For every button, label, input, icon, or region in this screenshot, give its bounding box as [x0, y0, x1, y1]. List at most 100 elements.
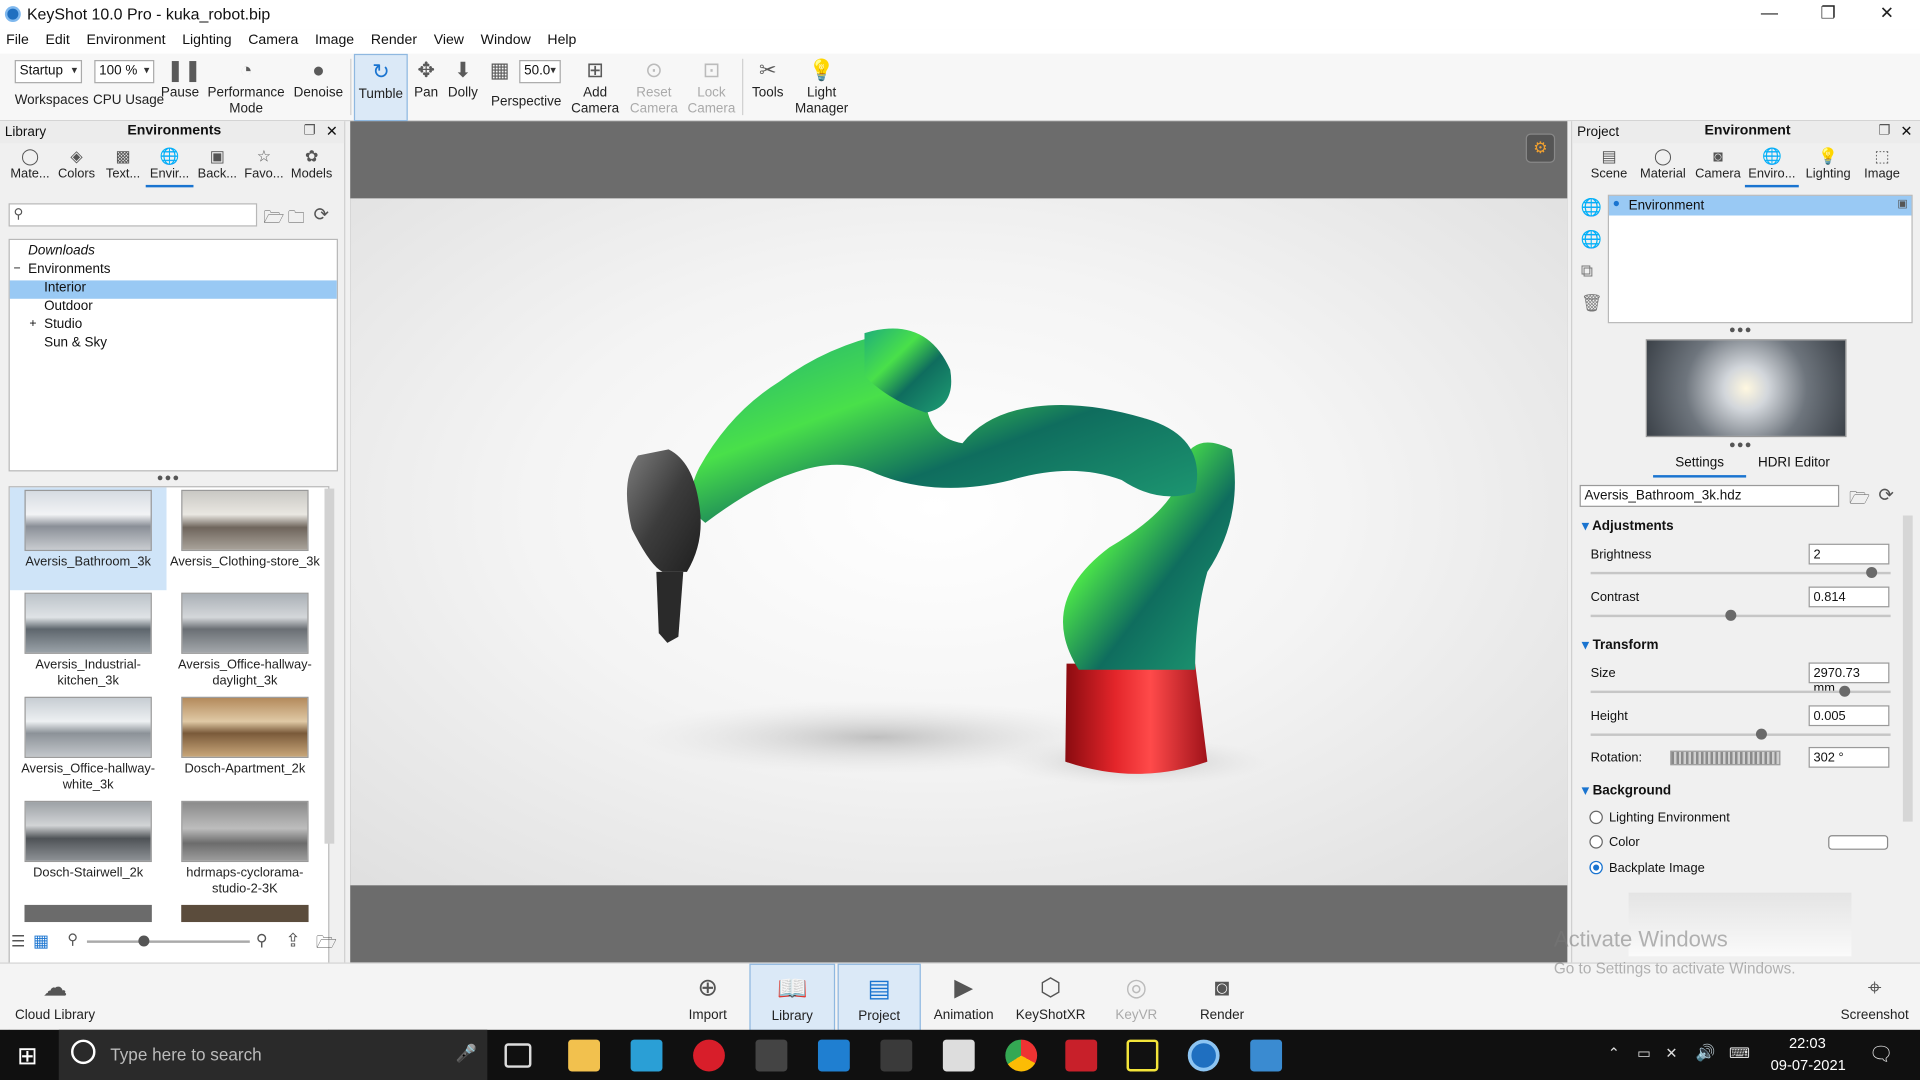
screenshot-button[interactable]: ⌖ Screenshot	[1837, 964, 1913, 1031]
close-button[interactable]: ✕	[1859, 2, 1915, 26]
tab-textures[interactable]: ▩ Text...	[99, 146, 147, 188]
menu-window[interactable]: Window	[475, 29, 537, 48]
height-slider[interactable]	[1590, 728, 1891, 740]
transform-section-header[interactable]: ▾ Transform	[1582, 637, 1910, 655]
add-camera-button[interactable]: ⊞ Add Camera	[568, 54, 622, 121]
library-search-input[interactable]: ⚲	[8, 203, 258, 227]
size-slider[interactable]	[1590, 685, 1891, 697]
menu-help[interactable]: Help	[541, 29, 582, 48]
folder-import-icon[interactable]: 🗀	[288, 204, 305, 233]
zoom-out-icon[interactable]: ⚲	[67, 931, 78, 948]
hdri-preview-image[interactable]	[1645, 339, 1847, 438]
thumbnail-aversis-industrial-kitchen[interactable]: Aversis_Industrial- kitchen_3k	[10, 590, 167, 694]
menu-edit[interactable]: Edit	[39, 29, 76, 48]
folder-add-icon[interactable]: 🗁	[263, 204, 284, 233]
grid-view-icon[interactable]: ▦	[33, 931, 49, 952]
dolly-button[interactable]: ⬇ Dolly	[444, 54, 481, 121]
cloud-library-button[interactable]: ☁ Cloud Library	[12, 964, 98, 1031]
render-button[interactable]: ◙ Render	[1190, 964, 1254, 1031]
pycharm-icon[interactable]	[1126, 1039, 1159, 1072]
field-of-view-input[interactable]: 50.0	[519, 60, 561, 84]
background-section-header[interactable]: ▾ Background	[1582, 782, 1910, 800]
render-viewport[interactable]: ⚙	[350, 121, 1568, 963]
menu-environment[interactable]: Environment	[80, 29, 171, 48]
tools-button[interactable]: ✂ Tools	[747, 54, 789, 121]
perspective-toggle[interactable]: ▦	[486, 54, 513, 121]
thumbnail-hdrmaps-cyclorama[interactable]: hdrmaps-cyclorama- studio-2-3K	[167, 798, 324, 902]
keyshot-taskbar-icon[interactable]	[1187, 1039, 1220, 1072]
resize-grip[interactable]: ●●●	[1729, 323, 1753, 335]
viewport-overlay-icon[interactable]: ⚙	[1525, 133, 1556, 163]
refresh-icon[interactable]: ⟳	[1878, 484, 1893, 506]
workspace-select[interactable]: Startup	[14, 60, 83, 84]
notifications-icon[interactable]: 🗨	[1869, 1042, 1894, 1066]
panel-close-icon[interactable]: ✕	[1900, 122, 1912, 139]
tab-environments[interactable]: 🌐 Envir...	[145, 146, 194, 188]
clock-time[interactable]: 22:03	[1789, 1035, 1826, 1052]
lock-camera-button[interactable]: ⊡ Lock Camera	[684, 54, 738, 121]
background-color-swatch[interactable]	[1828, 835, 1889, 850]
pan-button[interactable]: ✥ Pan	[410, 54, 442, 121]
denoise-button[interactable]: ● Denoise	[291, 54, 345, 121]
app-taskbar-icon[interactable]	[817, 1039, 850, 1072]
thumbnail-dosch-stairwell[interactable]: Dosch-Stairwell_2k	[10, 798, 167, 902]
import-button[interactable]: ⊕ Import	[681, 964, 735, 1031]
tree-item-sun-sky[interactable]: Sun & Sky	[10, 336, 337, 354]
light-manager-button[interactable]: 💡 Light Manager	[791, 54, 852, 121]
radio-color[interactable]	[1589, 835, 1603, 849]
tab-favorites[interactable]: ☆ Favo...	[240, 146, 288, 188]
clock-date[interactable]: 09-07-2021	[1771, 1057, 1846, 1074]
trash-icon[interactable]: 🗑	[1581, 293, 1603, 314]
menu-image[interactable]: Image	[309, 29, 360, 48]
minimize-button[interactable]: —	[1741, 2, 1797, 26]
performance-mode-button[interactable]: ◔ Performance Mode	[206, 54, 287, 121]
environment-list-item[interactable]: ● Environment ▣	[1608, 195, 1912, 216]
thumbnail-size-slider[interactable]	[86, 935, 250, 947]
nikon-view-icon[interactable]	[880, 1039, 913, 1072]
tree-item-interior[interactable]: Interior	[9, 280, 337, 299]
undock-icon[interactable]: ❐	[1878, 122, 1890, 139]
duplicate-environment-icon[interactable]: 🌐	[1581, 229, 1602, 250]
resize-grip[interactable]: ●●●	[157, 471, 181, 483]
folder-open-icon[interactable]: 🗁	[1849, 485, 1870, 514]
tab-material[interactable]: ◯ Material	[1636, 146, 1690, 188]
slider-handle[interactable]	[1725, 609, 1737, 621]
slider-handle[interactable]	[1839, 685, 1851, 697]
refresh-icon[interactable]: ⟳	[313, 203, 328, 225]
tab-materials[interactable]: ◯ Mate...	[6, 146, 54, 188]
lock-icon[interactable]: ▣	[1897, 197, 1907, 210]
expand-icon[interactable]: +	[29, 317, 36, 330]
realtime-render-view[interactable]	[350, 198, 1568, 886]
task-view-icon[interactable]	[504, 1043, 532, 1068]
contrast-slider[interactable]	[1590, 609, 1891, 621]
cpu-usage-select[interactable]: 100 %	[94, 60, 155, 84]
height-input[interactable]: 0.005	[1808, 705, 1890, 727]
contrast-input[interactable]: 0.814	[1808, 586, 1890, 608]
tab-camera[interactable]: ◙ Camera	[1691, 146, 1745, 188]
menu-lighting[interactable]: Lighting	[176, 29, 238, 48]
tab-hdri-editor[interactable]: HDRI Editor	[1751, 456, 1837, 478]
panel-close-icon[interactable]: ✕	[326, 122, 338, 139]
size-input[interactable]: 2970.73 mm	[1808, 662, 1890, 696]
microsoft-store-icon[interactable]	[942, 1039, 975, 1072]
file-explorer-icon[interactable]	[568, 1039, 601, 1072]
reset-camera-button[interactable]: ⊙ Reset Camera	[626, 54, 682, 121]
properties-scrollbar[interactable]	[1902, 515, 1913, 822]
folder-open-icon[interactable]: 🗁	[316, 929, 337, 958]
opera-icon[interactable]	[693, 1039, 725, 1072]
thumbnail-aversis-clothing-store[interactable]: Aversis_Clothing-store_3k	[167, 487, 324, 590]
radio-backplate-image[interactable]	[1589, 860, 1603, 875]
tree-item-environments[interactable]: − Environments	[10, 262, 337, 280]
tab-lighting[interactable]: 💡 Lighting	[1801, 146, 1855, 188]
pause-button[interactable]: ❚❚ Pause	[159, 54, 202, 121]
nikon-app-icon[interactable]	[755, 1039, 788, 1072]
thumbnail-aversis-office-hallway-white[interactable]: Aversis_Office-hallway- white_3k	[10, 694, 167, 798]
project-button[interactable]: ▤ Project	[837, 963, 921, 1032]
tumble-button[interactable]: ↻ Tumble	[353, 53, 408, 122]
tab-models[interactable]: ✿ Models	[288, 146, 336, 188]
slider-handle[interactable]	[138, 935, 150, 947]
keyshotxr-button[interactable]: ⬡ KeyShotXR	[1011, 964, 1089, 1031]
list-view-icon[interactable]: ☰	[11, 932, 25, 952]
microphone-icon[interactable]: 🎤	[456, 1043, 477, 1064]
copy-icon[interactable]: ⧉	[1581, 261, 1593, 282]
